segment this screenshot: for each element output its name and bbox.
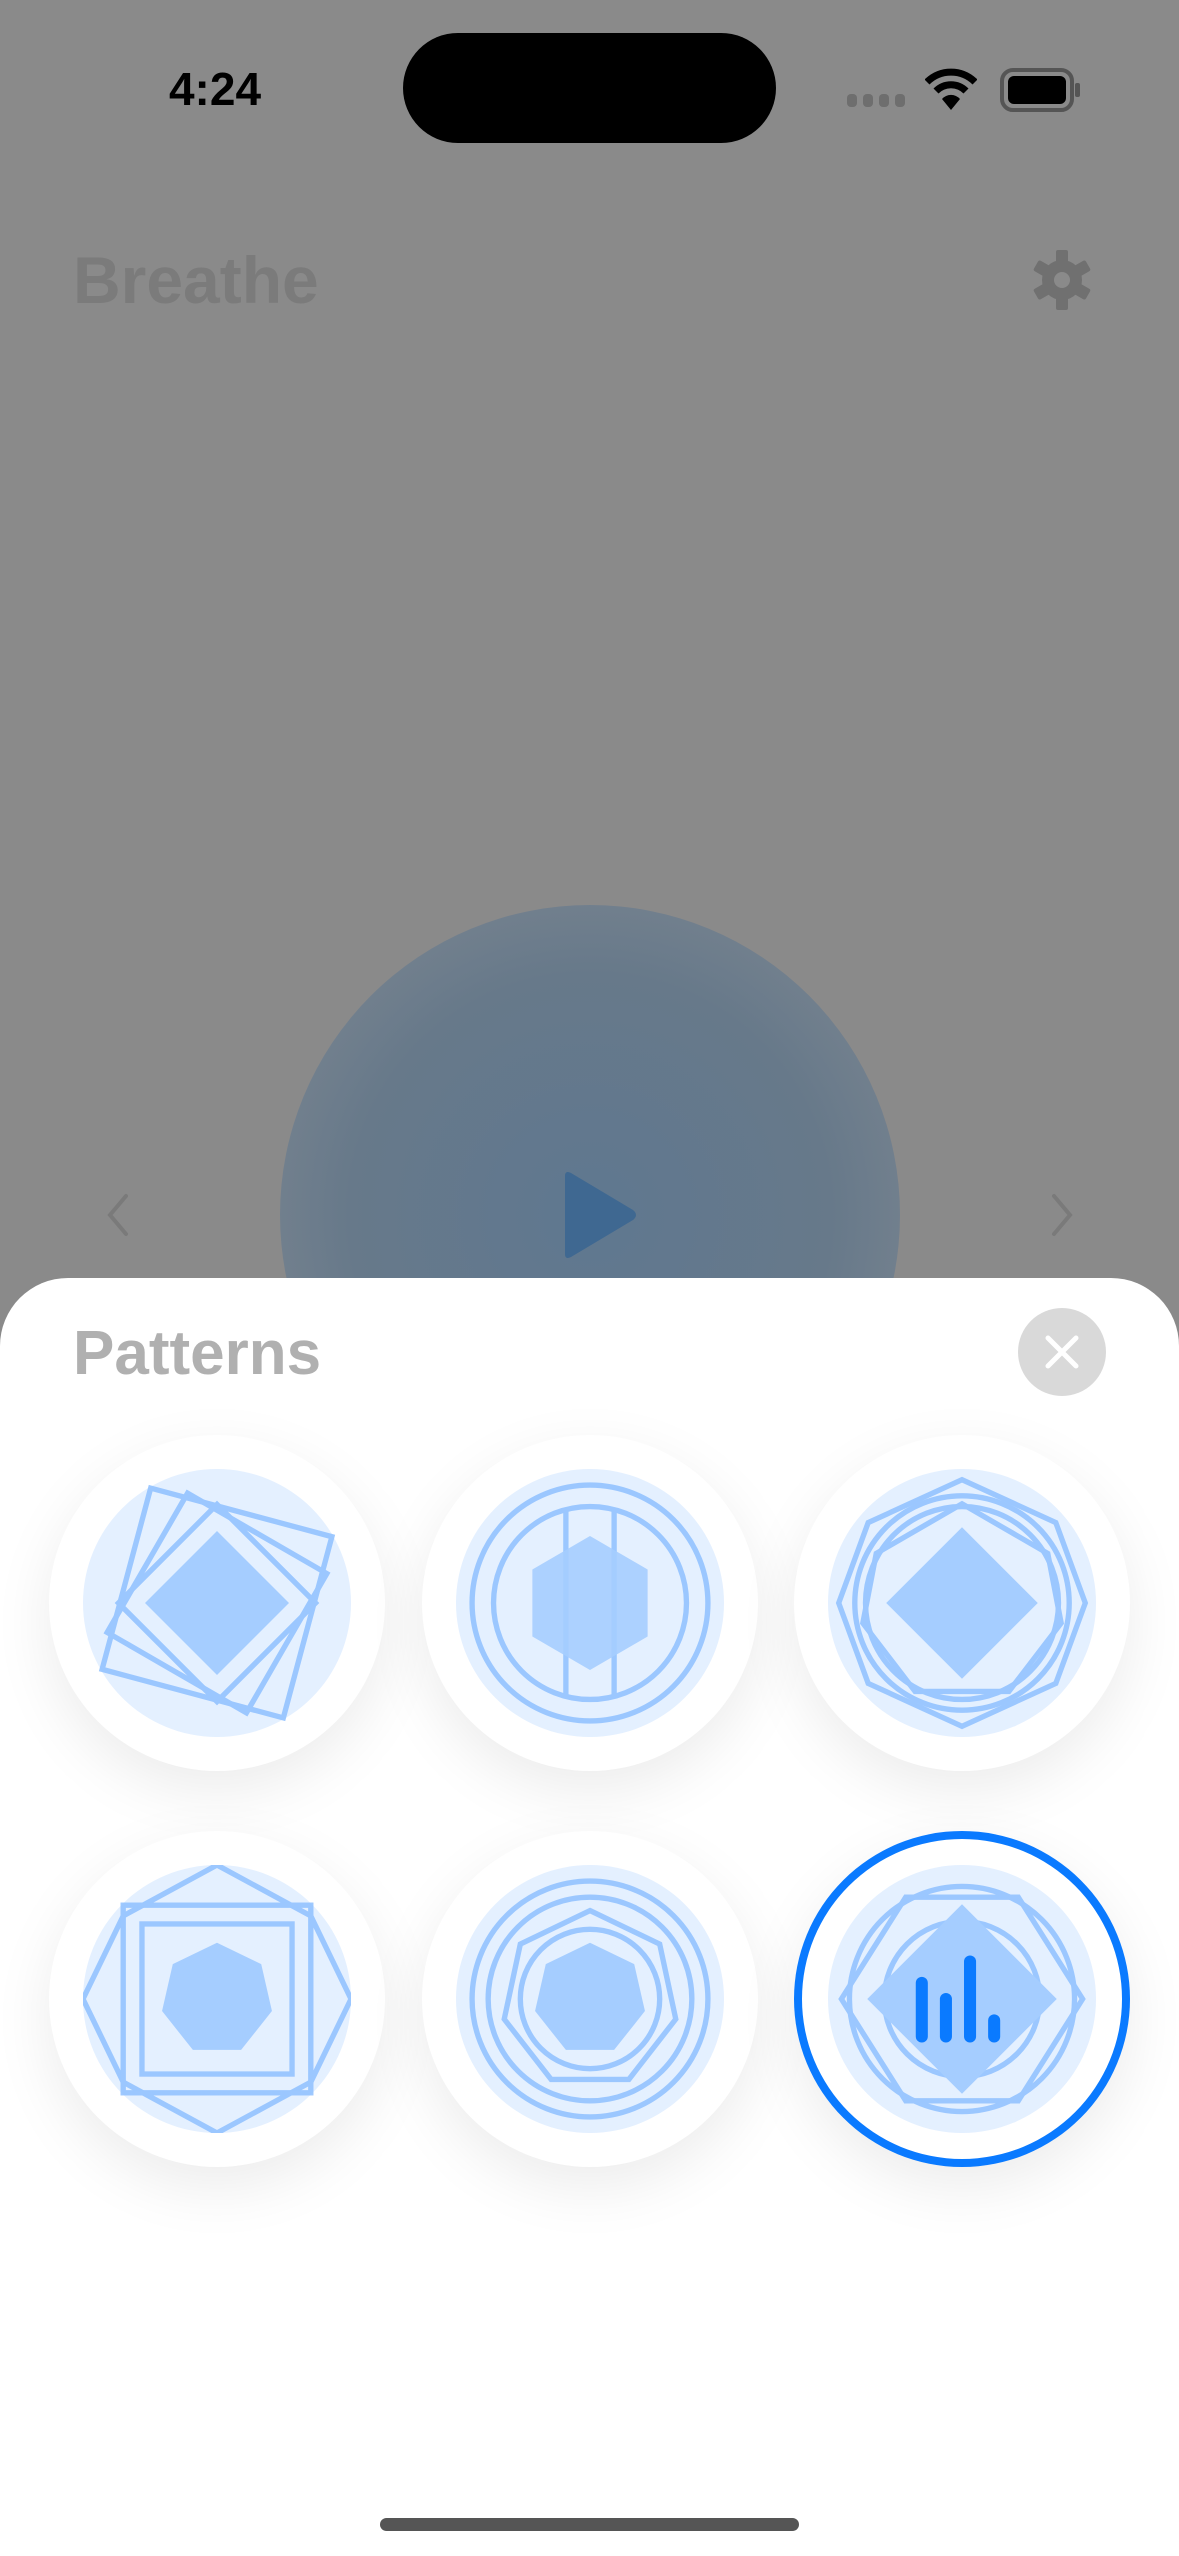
octagon-diamond-icon	[828, 1469, 1096, 1737]
pattern-option-1[interactable]	[49, 1435, 385, 1771]
app-title: Breathe	[73, 243, 319, 317]
close-icon	[1045, 1335, 1079, 1369]
play-icon[interactable]	[555, 1168, 639, 1262]
pattern-option-3[interactable]	[794, 1435, 1130, 1771]
dynamic-island	[403, 33, 776, 143]
gear-icon[interactable]	[1030, 248, 1094, 312]
close-button[interactable]	[1018, 1308, 1106, 1396]
pattern-option-6-selected[interactable]	[794, 1831, 1130, 2167]
rotating-squares-icon	[83, 1469, 351, 1737]
chevron-right-icon[interactable]	[1042, 1190, 1082, 1240]
heptagon-circles-icon	[456, 1865, 724, 2133]
status-time: 4:24	[168, 63, 262, 115]
sheet-title: Patterns	[73, 1319, 322, 1388]
pattern-option-5[interactable]	[422, 1831, 758, 2167]
home-indicator[interactable]	[380, 2518, 799, 2531]
pattern-option-4[interactable]	[49, 1831, 385, 2167]
heptagon-square-icon	[83, 1865, 351, 2133]
soundwave-diamond-icon	[828, 1865, 1096, 2133]
signal-icon	[847, 94, 905, 107]
chevron-left-icon[interactable]	[98, 1190, 138, 1240]
pattern-option-2[interactable]	[422, 1435, 758, 1771]
wifi-icon	[925, 68, 977, 110]
hexagon-circles-icon	[456, 1469, 724, 1737]
battery-icon	[1000, 68, 1080, 112]
